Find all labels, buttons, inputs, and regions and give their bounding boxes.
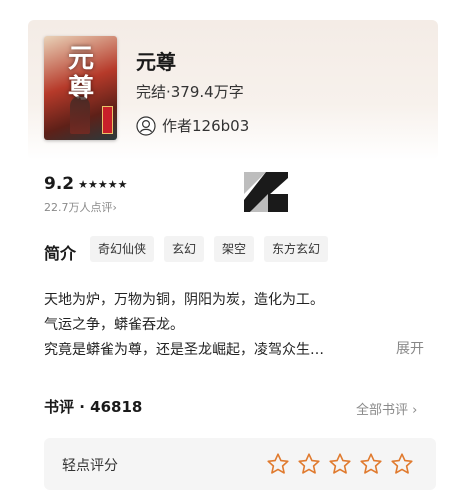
book-cover[interactable]: 元尊 [44,36,117,140]
star-outline-icon[interactable] [390,452,414,476]
reviews-heading: 书评 · 46818 [44,398,143,416]
synopsis-line: 气运之争，蟒雀吞龙。 [44,317,184,333]
author-name: 作者126b03 [162,117,250,135]
rating-stars-icon: ★★★★★ [78,177,128,191]
star-outline-icon[interactable] [266,452,290,476]
quick-rate-stars [266,452,421,476]
author-avatar-icon [136,115,156,136]
quick-rate-panel: 轻点评分 [44,438,436,490]
star-outline-icon[interactable] [359,452,383,476]
genre-tag[interactable]: 奇幻仙侠 [90,236,155,262]
book-title: 元尊 [136,50,176,74]
rating-summary: 9.2 ★★★★★ [44,174,127,194]
all-reviews-link[interactable]: 全部书评 › [356,399,417,418]
rating-count-link[interactable]: 22.7万人点评› [44,199,117,215]
intro-heading: 简介 [44,244,77,263]
cover-figure [70,96,90,134]
synopsis-text[interactable]: 天地为炉，万物为铜，阴阳为炭，造化为工。 气运之争，蟒雀吞龙。 究竟是蟒雀为尊，… [44,288,324,363]
author-row[interactable]: 作者126b03 [136,115,249,136]
genre-tag[interactable]: 架空 [214,236,255,262]
cover-title: 元尊 [67,44,94,104]
star-outline-icon[interactable] [328,452,352,476]
synopsis-line: 究竟是蟒雀为尊，还是圣龙崛起，凌驾众生… [44,342,324,358]
quick-rate-label: 轻点评分 [62,458,118,474]
rating-score: 9.2 [44,174,75,194]
book-status: 完结·379.4万字 [136,83,244,101]
genre-tag[interactable]: 玄幻 [164,236,205,262]
genre-tags: 奇幻仙侠 玄幻 架空 东方玄幻 [90,236,338,262]
watermark-logo-icon [244,172,288,212]
genre-tag[interactable]: 东方玄幻 [264,236,329,262]
cover-seal [102,106,113,134]
expand-synopsis-button[interactable]: 展开 [396,338,424,358]
star-outline-icon[interactable] [297,452,321,476]
synopsis-line: 天地为炉，万物为铜，阴阳为炭，造化为工。 [44,292,324,308]
